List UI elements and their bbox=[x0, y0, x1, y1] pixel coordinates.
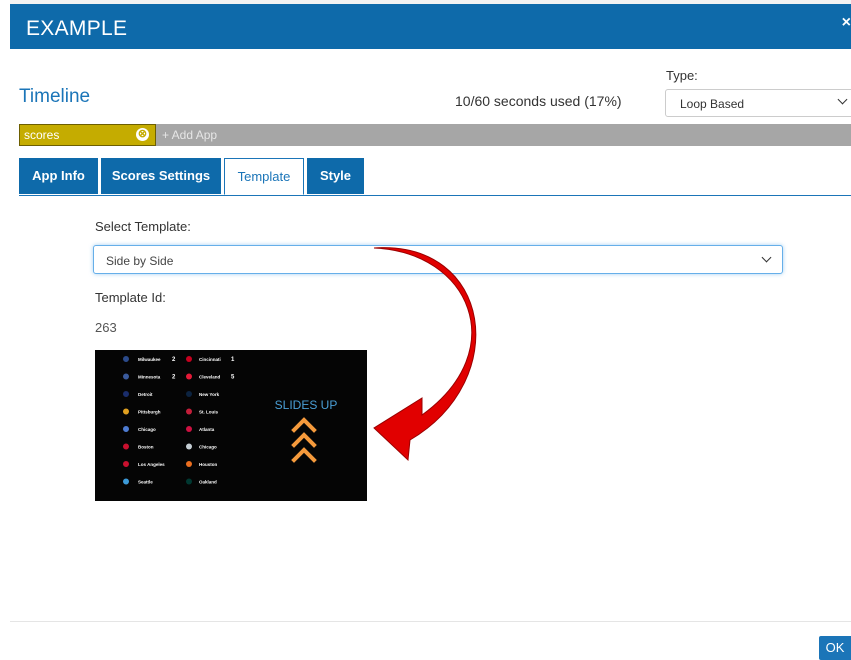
home-team-logo bbox=[186, 391, 192, 397]
home-team-logo bbox=[186, 426, 192, 432]
home-team-logo bbox=[186, 408, 192, 415]
away-team-logo bbox=[123, 461, 129, 467]
tab-bar: App Info Scores Settings Template Style bbox=[19, 158, 851, 196]
away-team-name: Milwaukee bbox=[138, 357, 161, 362]
template-id-value: 263 bbox=[95, 320, 117, 335]
app-chip-scores[interactable]: scores ⊗ bbox=[19, 124, 156, 146]
template-id-label: Template Id: bbox=[95, 290, 166, 305]
home-team-name: Cleveland bbox=[199, 375, 221, 380]
home-team-name: Cincinnati bbox=[199, 357, 221, 362]
app-bar: scores ⊗ + Add App bbox=[19, 124, 851, 146]
select-template-label: Select Template: bbox=[95, 219, 191, 234]
modal-header: EXAMPLE × bbox=[10, 4, 851, 49]
tab-app-info[interactable]: App Info bbox=[19, 158, 98, 194]
remove-circle-icon[interactable]: ⊗ bbox=[136, 128, 149, 141]
type-select[interactable]: Loop Based bbox=[665, 89, 851, 117]
home-team-name: Chicago bbox=[199, 445, 217, 450]
away-team-logo bbox=[123, 391, 129, 397]
template-preview: Milwaukee 2 Cincinnati 1Minnesota 2 Cleveland… bbox=[95, 350, 367, 501]
away-team-name: Seattle bbox=[138, 480, 153, 485]
template-selected-value: Side by Side bbox=[106, 254, 174, 268]
curved-arrow-graphic bbox=[373, 247, 477, 462]
away-team-logo bbox=[123, 373, 129, 380]
away-team-logo bbox=[123, 443, 129, 450]
home-team-name: Oakland bbox=[199, 480, 217, 485]
ok-button[interactable]: OK bbox=[819, 636, 851, 660]
home-team-name: New York bbox=[199, 392, 220, 397]
home-team-name: Houston bbox=[199, 462, 217, 467]
away-team-logo bbox=[123, 426, 129, 432]
home-team-logo bbox=[186, 373, 192, 380]
away-team-name: Minnesota bbox=[138, 375, 161, 380]
tab-scores-settings[interactable]: Scores Settings bbox=[101, 158, 221, 194]
chevron-down-icon bbox=[837, 94, 848, 105]
add-app-button[interactable]: + Add App bbox=[162, 128, 217, 142]
footer-divider bbox=[10, 621, 851, 622]
home-team-logo bbox=[186, 443, 192, 450]
away-team-name: Los Angeles bbox=[138, 462, 165, 467]
chevron-down-icon bbox=[761, 252, 772, 263]
modal-title: EXAMPLE bbox=[26, 17, 128, 40]
home-team-logo bbox=[186, 461, 192, 467]
seconds-used-text: 10/60 seconds used (17%) bbox=[455, 93, 622, 109]
tab-style[interactable]: Style bbox=[307, 158, 364, 194]
home-team-logo bbox=[186, 478, 192, 485]
app-chip-label: scores bbox=[24, 128, 60, 142]
home-team-name: Atlanta bbox=[199, 427, 215, 432]
home-team-name: St. Louis bbox=[199, 410, 218, 415]
tab-template[interactable]: Template bbox=[224, 158, 304, 195]
away-team-logo bbox=[123, 478, 129, 485]
slides-up-label: SLIDES UP bbox=[275, 398, 338, 412]
home-team-logo bbox=[186, 356, 192, 362]
type-selected-value: Loop Based bbox=[680, 97, 745, 111]
away-team-name: Detroit bbox=[138, 392, 153, 397]
preview-background bbox=[95, 350, 367, 501]
away-team-logo bbox=[123, 408, 129, 415]
type-label: Type: bbox=[666, 68, 698, 83]
timeline-heading: Timeline bbox=[19, 86, 91, 107]
close-icon[interactable]: × bbox=[842, 14, 851, 32]
away-team-name: Pittsburgh bbox=[138, 410, 161, 415]
away-team-name: Chicago bbox=[138, 427, 156, 432]
away-team-logo bbox=[123, 356, 129, 362]
away-team-name: Boston bbox=[138, 445, 154, 450]
